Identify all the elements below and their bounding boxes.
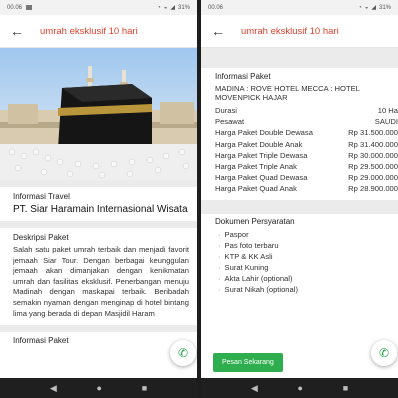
nav-back-icon[interactable]: ◀ [251,383,258,393]
document-item: · KTP & KK Asli [215,252,390,263]
notification-icon [26,5,33,10]
detail-label: Harga Paket Triple Anak [215,161,297,171]
document-label: Pas foto terbaru [224,240,279,250]
right-screen: 00.06 ◔ ◒ ◢ 31% ← umrah eksklusif 10 har… [201,0,398,398]
wifi-icon: ◒ [163,4,168,11]
travel-info-label: Informasi Travel [13,192,70,201]
package-detail-row: Harga Paket Double Dewasa Rp 31.500.000 [215,128,398,139]
documents-label: Dokumen Persyaratan [215,216,295,226]
section-divider [201,199,398,214]
package-info-peek: Informasi Paket [0,332,197,355]
page-title: umrah eksklusif 10 hari [40,25,138,37]
document-item: · Pas foto terbaru [215,241,390,252]
battery-level: 31% [378,4,391,11]
package-detail-row: Harga Paket Triple Dewasa Rp 30.000.000 [215,151,398,162]
wifi-icon: ◒ [364,4,369,11]
bullet-icon: · [218,251,221,261]
section-divider [0,180,197,187]
bullet-icon: · [218,229,221,239]
detail-label: Harga Paket Quad Dewasa [215,173,308,183]
detail-value: Rp 30.000.000 [348,150,398,160]
package-detail-row: Durasi 10 Ha [215,106,398,117]
phone-icon: ✆ [177,346,189,360]
detail-label: Harga Paket Quad Anak [215,184,297,194]
detail-value: Rp 29.000.000 [348,173,398,183]
package-detail-row: Harga Paket Double Anak Rp 31.400.000 [215,140,398,151]
call-button[interactable]: ✆ [371,340,397,366]
description-text: Salah satu paket umrah terbaik dan menja… [13,245,189,318]
detail-label: Harga Paket Double Dewasa [215,128,313,138]
nav-home-icon[interactable]: ● [298,383,303,393]
detail-value: Rp 29.500.000 [348,161,398,171]
hotel-text: MADINA : ROVE HOTEL MECCA : HOTEL MOVENP… [215,84,360,102]
bullet-icon: · [218,284,221,294]
travel-name: PT. Siar Haramain Internasional Wisata [13,204,188,215]
detail-value: Rp 31.400.000 [348,139,398,149]
package-info-section: Informasi Paket MADINA : ROVE HOTEL MECC… [201,68,398,200]
system-nav-bar: ◀ ● ■ [0,378,197,398]
detail-label: Durasi [215,106,237,115]
document-item: · Paspor [215,230,390,241]
nav-back-icon[interactable]: ◀ [50,383,57,393]
document-item: · Surat Kuning [215,263,390,274]
detail-label: Harga Paket Triple Dewasa [215,150,308,160]
battery-level: 31% [177,4,190,11]
back-arrow-icon[interactable]: ← [10,24,28,38]
detail-value: Rp 31.500.000 [348,128,398,138]
description-label: Deskripsi Paket [13,233,69,242]
status-time: 00.06 [7,4,23,11]
back-arrow-icon[interactable]: ← [211,24,229,38]
document-item: · Surat Nikah (optional) [215,285,390,296]
bullet-icon: · [218,240,221,250]
travel-info-section: Informasi Travel PT. Siar Haramain Inter… [0,187,197,221]
call-button[interactable]: ✆ [170,340,196,366]
documents-section: Dokumen Persyaratan · Paspor · Pas foto ter… [201,213,398,300]
nav-recent-icon[interactable]: ■ [343,383,348,393]
app-bar: ← umrah eksklusif 10 hari [201,15,398,48]
description-section: Deskripsi Paket Salah satu paket umrah t… [0,228,197,326]
kaaba-photo [0,48,197,180]
detail-value: Rp 28.900.000 [348,184,398,194]
package-details-list: Durasi 10 Ha Pesawat SAUDI Harga Paket Doubl… [215,106,398,196]
document-label: KTP & KK Asli [224,251,273,261]
document-label: Surat Nikah (optional) [224,284,298,294]
status-time: 00.06 [208,4,224,11]
detail-value: 10 Ha [377,106,398,115]
bullet-icon: · [218,273,221,283]
status-bar: 00.06 ◔ ◒ ◢ 31% [201,0,398,15]
document-label: Surat Kuning [224,262,269,272]
package-info-label: Informasi Paket [13,336,69,346]
document-label: Akta Lahir (optional) [224,273,293,283]
page-title: umrah eksklusif 10 hari [241,25,339,37]
package-info-label: Informasi Paket [215,72,271,81]
detail-label: Harga Paket Double Anak [215,139,303,149]
documents-list: · Paspor · Pas foto terbaru · KTP & KK Asli · S… [215,230,390,296]
section-divider [201,48,398,68]
section-divider [0,325,197,333]
signal-icon: ◢ [170,5,175,11]
package-detail-row: Harga Paket Triple Anak Rp 29.500.000 [215,162,398,173]
detail-label: Pesawat [215,117,245,127]
left-screen: 00.06 ◔ ◒ ◢ 31% ← umrah eksklusif 10 har… [0,0,197,398]
system-nav-bar: ◀ ● ■ [201,378,398,398]
order-now-button[interactable]: Pesan Sekarang [213,353,283,372]
alarm-icon: ◔ [157,4,161,11]
nav-home-icon[interactable]: ● [97,383,102,393]
package-detail-row: Pesawat SAUDI [215,117,398,128]
app-bar: ← umrah eksklusif 10 hari [0,15,197,48]
nav-recent-icon[interactable]: ■ [142,383,147,393]
alarm-icon: ◔ [358,4,362,11]
document-label: Paspor [224,229,249,239]
phone-icon: ✆ [378,346,390,360]
signal-icon: ◢ [371,5,376,11]
package-detail-row: Harga Paket Quad Anak Rp 28.900.000 [215,184,398,195]
detail-value: SAUDI [374,117,398,127]
status-bar: 00.06 ◔ ◒ ◢ 31% [0,0,197,15]
bullet-icon: · [218,262,221,272]
package-detail-row: Harga Paket Quad Dewasa Rp 29.000.000 [215,173,398,184]
document-item: · Akta Lahir (optional) [215,274,390,285]
section-divider [0,221,197,228]
